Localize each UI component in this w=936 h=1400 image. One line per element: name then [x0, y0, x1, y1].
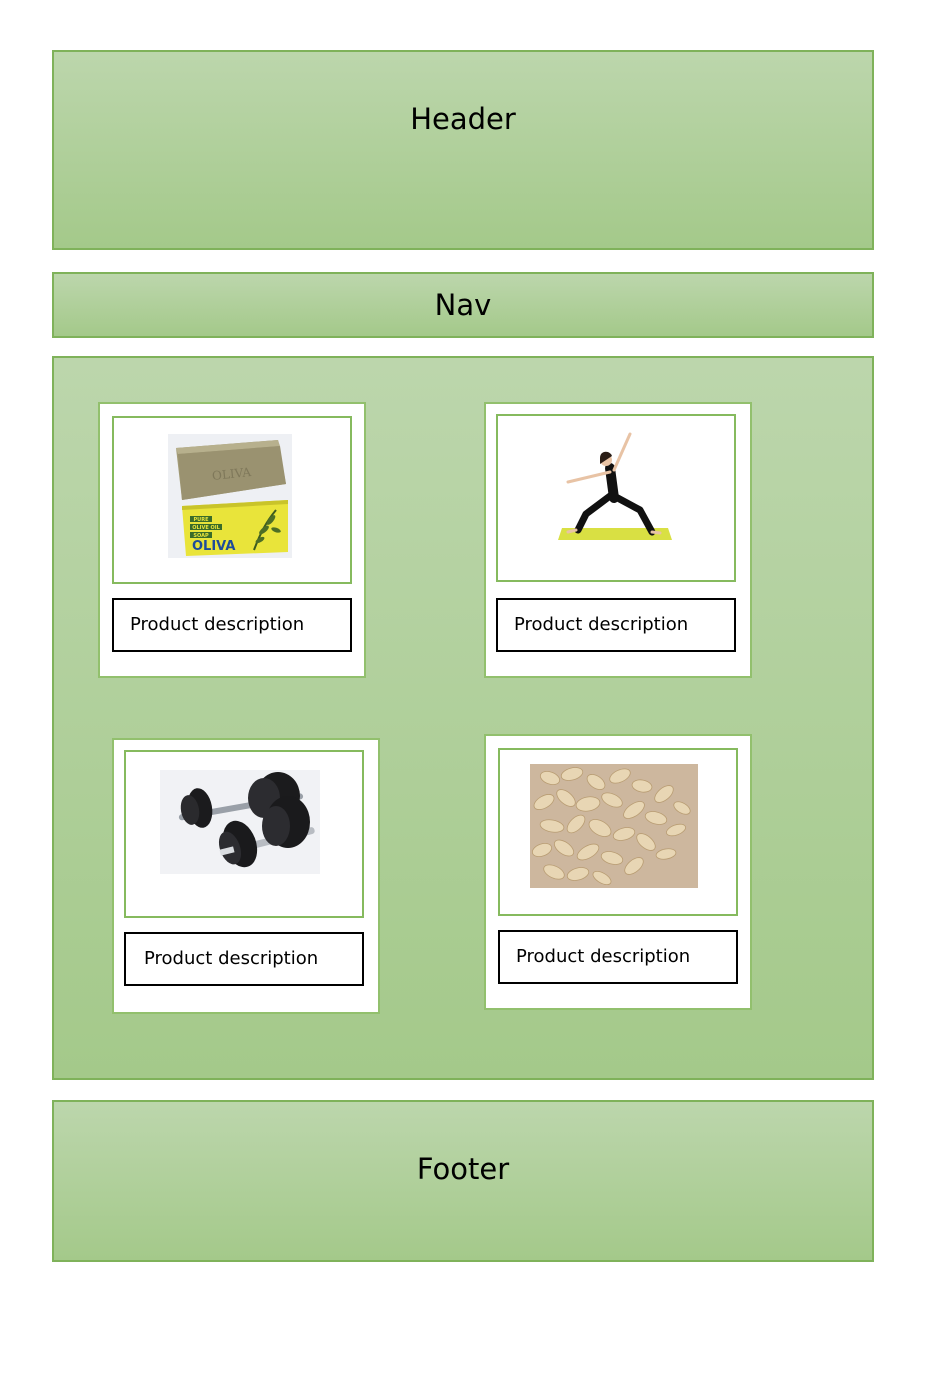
product-description: Product description [496, 598, 736, 652]
header-title: Header [410, 102, 516, 136]
product-card-oats[interactable]: Product description [484, 734, 752, 1010]
footer-band: Footer [52, 1100, 874, 1262]
product-image-frame: PURE OLIVE OIL SOAP OLIVA OLIVA [112, 416, 352, 584]
product-image-frame [496, 414, 736, 582]
soap-box-label-line-2: OLIVE OIL [192, 525, 220, 531]
soap-brand-text: OLIVA [192, 539, 235, 554]
product-description: Product description [112, 598, 352, 652]
soap-box-label-line-1: PURE [194, 517, 210, 523]
nav-title: Nav [434, 288, 492, 322]
nav-band: Nav [52, 272, 874, 338]
product-card-soap[interactable]: PURE OLIVE OIL SOAP OLIVA OLIVA Product … [98, 402, 366, 678]
olive-oil-soap-image: PURE OLIVE OIL SOAP OLIVA OLIVA [168, 434, 292, 558]
product-description: Product description [124, 932, 364, 986]
rolled-oats-image [530, 764, 698, 888]
main-content-area: PURE OLIVE OIL SOAP OLIVA OLIVA Product … [52, 356, 874, 1080]
product-image-frame [498, 748, 738, 916]
product-image-frame [124, 750, 364, 918]
yoga-pose-image [558, 432, 672, 540]
product-card-yoga[interactable]: Product description [484, 402, 752, 678]
product-card-dumbbells[interactable]: Product description [112, 738, 380, 1014]
product-description: Product description [498, 930, 738, 984]
footer-title: Footer [416, 1152, 510, 1186]
header-band: Header [52, 50, 874, 250]
dumbbells-image [160, 770, 320, 874]
